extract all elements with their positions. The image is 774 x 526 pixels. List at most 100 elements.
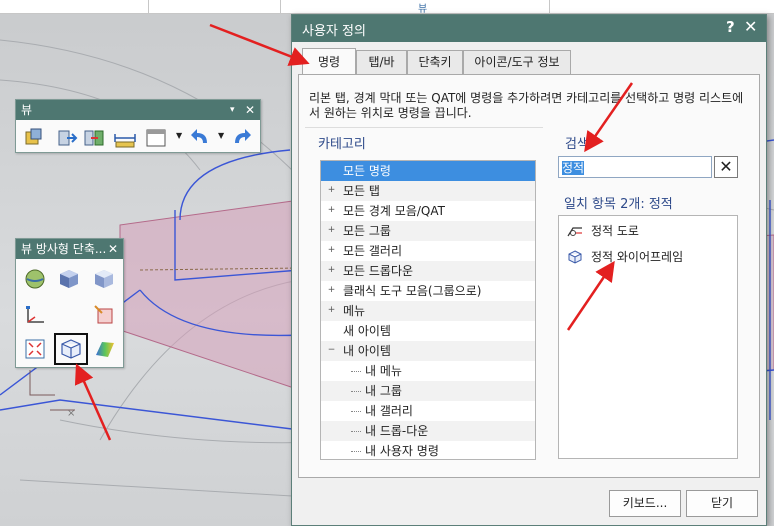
- instructions-text: 리본 탭, 경계 막대 또는 QAT에 명령을 추가하려면 카테고리를 선택하고…: [309, 91, 744, 120]
- category-tree: 모든 명령 + 모든 탭 + 모든 경계 모음/QAT + 모든 그룹 + 모든 갤러리 + 모든 …: [320, 160, 536, 460]
- tree-item[interactable]: + 모든 갤러리: [321, 241, 535, 261]
- category-title: 카테고리: [318, 137, 366, 152]
- expander-icon[interactable]: +: [327, 286, 336, 296]
- search-value: 정적: [562, 161, 585, 175]
- expander-icon[interactable]: +: [327, 246, 336, 256]
- expander-icon[interactable]: +: [327, 206, 336, 216]
- static-wireframe-icon: [568, 250, 582, 264]
- view-side-icon[interactable]: [82, 126, 106, 150]
- tree-item[interactable]: + 모든 그룹: [321, 221, 535, 241]
- tree-item-label: 모든 경계 모음/QAT: [343, 204, 445, 218]
- close-icon[interactable]: ✕: [245, 100, 255, 120]
- tree-item-label: 모든 드롭다운: [343, 264, 414, 278]
- tab-tabs-bars[interactable]: 탭/바: [356, 50, 407, 74]
- ribbon-divider: [280, 0, 281, 14]
- tree-item[interactable]: 새 아이템: [321, 321, 535, 341]
- tree-item[interactable]: 내 갤러리: [321, 401, 535, 421]
- result-label: 정적 와이어프레임: [591, 250, 684, 264]
- tree-item[interactable]: + 모든 드롭다운: [321, 261, 535, 281]
- search-input[interactable]: 정적: [558, 156, 712, 178]
- tree-item-label: 내 드롭-다운: [365, 424, 429, 438]
- help-icon[interactable]: ?: [726, 18, 735, 36]
- tab-icon-tooltips[interactable]: 아이콘/도구 정보: [463, 50, 571, 74]
- result-label: 정적 도로: [591, 224, 639, 238]
- ribbon-strip: 뷰: [0, 0, 774, 15]
- tree-item-label: 모든 갤러리: [343, 244, 403, 258]
- tree-item[interactable]: 내 메뉴: [321, 361, 535, 381]
- expander-icon[interactable]: −: [327, 346, 336, 356]
- close-icon[interactable]: ✕: [108, 239, 118, 259]
- view-toolbar-titlebar[interactable]: 뷰 ▾ ✕: [16, 100, 260, 120]
- view-toolbar: 뷰 ▾ ✕ ▼ ▼: [15, 99, 261, 153]
- section-icon[interactable]: [92, 303, 116, 327]
- tree-item[interactable]: − 내 아이템: [321, 341, 535, 361]
- tree-item[interactable]: + 메뉴: [321, 301, 535, 321]
- tree-connector: [351, 391, 361, 392]
- tree-item[interactable]: 모든 명령: [321, 161, 535, 181]
- tree-item-label: 내 메뉴: [365, 364, 402, 378]
- undo-icon[interactable]: [188, 126, 212, 150]
- expander-icon[interactable]: +: [327, 266, 336, 276]
- static-road-icon: [567, 227, 582, 237]
- dialog-titlebar[interactable]: 사용자 정의 ? ✕: [292, 15, 766, 42]
- layout-dropdown-icon[interactable]: ▼: [176, 131, 182, 140]
- tree-item-label: 클래식 도구 모음(그룹으로): [343, 284, 482, 298]
- menu-dropdown-icon[interactable]: ▾: [230, 100, 235, 120]
- tab-shortcuts[interactable]: 단축키: [407, 50, 463, 74]
- view-fit-icon[interactable]: [22, 126, 46, 150]
- tree-connector: [351, 431, 361, 432]
- static-wireframe-icon[interactable]: [59, 337, 83, 361]
- redo-icon[interactable]: [230, 126, 254, 150]
- tree-item-label: 모든 명령: [343, 164, 391, 178]
- expander-icon[interactable]: +: [327, 306, 336, 316]
- ribbon-divider: [549, 0, 550, 14]
- fit-icon[interactable]: [23, 337, 47, 361]
- expander-icon[interactable]: +: [327, 186, 336, 196]
- dialog-title: 사용자 정의: [302, 24, 366, 39]
- axis-icon[interactable]: [23, 303, 47, 327]
- tab-commands[interactable]: 명령: [302, 48, 356, 74]
- tree-item-label: 내 그룹: [365, 384, 402, 398]
- tree-item[interactable]: + 클래식 도구 모음(그룹으로): [321, 281, 535, 301]
- view-toolbar-title: 뷰: [21, 103, 33, 117]
- results-list: 정적 도로 정적 와이어프레임: [558, 215, 738, 459]
- radial-toolbar-title: 뷰 방사형 단축...: [21, 242, 107, 256]
- tree-item[interactable]: + 모든 경계 모음/QAT: [321, 201, 535, 221]
- search-title: 검색: [565, 137, 589, 152]
- tree-item-label: 새 아이템: [343, 324, 391, 338]
- tree-connector: [351, 451, 361, 452]
- results-title: 일치 항목 2개: 정적: [564, 197, 673, 212]
- tree-item-label: 모든 그룹: [343, 224, 391, 238]
- cube-shaded-icon[interactable]: [57, 267, 81, 291]
- gradient-icon[interactable]: [93, 337, 117, 361]
- close-icon[interactable]: ✕: [744, 17, 757, 36]
- undo-dropdown-icon[interactable]: ▼: [218, 131, 224, 140]
- sphere-shaded-icon[interactable]: [23, 267, 47, 291]
- ribbon-tab-view[interactable]: 뷰: [418, 0, 427, 15]
- category-scrollbar[interactable]: ▲ ▼: [535, 161, 536, 460]
- keyboard-button[interactable]: 키보드...: [609, 490, 681, 517]
- view-layout-icon[interactable]: [144, 126, 168, 150]
- tree-item-label: 내 사용자 명령: [365, 444, 439, 458]
- tree-item[interactable]: 내 드롭-다운: [321, 421, 535, 441]
- close-button[interactable]: 닫기: [686, 490, 758, 517]
- svg-text:×: ×: [67, 408, 75, 419]
- clear-search-button[interactable]: ✕: [714, 156, 738, 178]
- expander-icon[interactable]: +: [327, 226, 336, 236]
- tree-item[interactable]: + 모든 탭: [321, 181, 535, 201]
- customize-dialog: 사용자 정의 ? ✕ 명령 탭/바 단축키 아이콘/도구 정보 리본 탭, 경계…: [291, 14, 767, 526]
- tree-item-label: 내 아이템: [343, 344, 391, 358]
- tree-item[interactable]: 내 사용자 명령: [321, 441, 535, 459]
- radial-toolbar: 뷰 방사형 단축... ✕: [15, 238, 124, 368]
- tree-item-label: 메뉴: [343, 304, 366, 318]
- measure-ruler-icon[interactable]: [113, 126, 137, 150]
- tree-item[interactable]: 내 그룹: [321, 381, 535, 401]
- tree-connector: [351, 371, 361, 372]
- cube-light-icon[interactable]: [92, 267, 116, 291]
- tree-item-label: 모든 탭: [343, 184, 380, 198]
- ribbon-divider: [148, 0, 149, 14]
- tree-connector: [351, 411, 361, 412]
- radial-toolbar-titlebar[interactable]: 뷰 방사형 단축... ✕: [16, 239, 123, 259]
- view-front-icon[interactable]: [54, 126, 78, 150]
- tree-item-label: 내 갤러리: [365, 404, 413, 418]
